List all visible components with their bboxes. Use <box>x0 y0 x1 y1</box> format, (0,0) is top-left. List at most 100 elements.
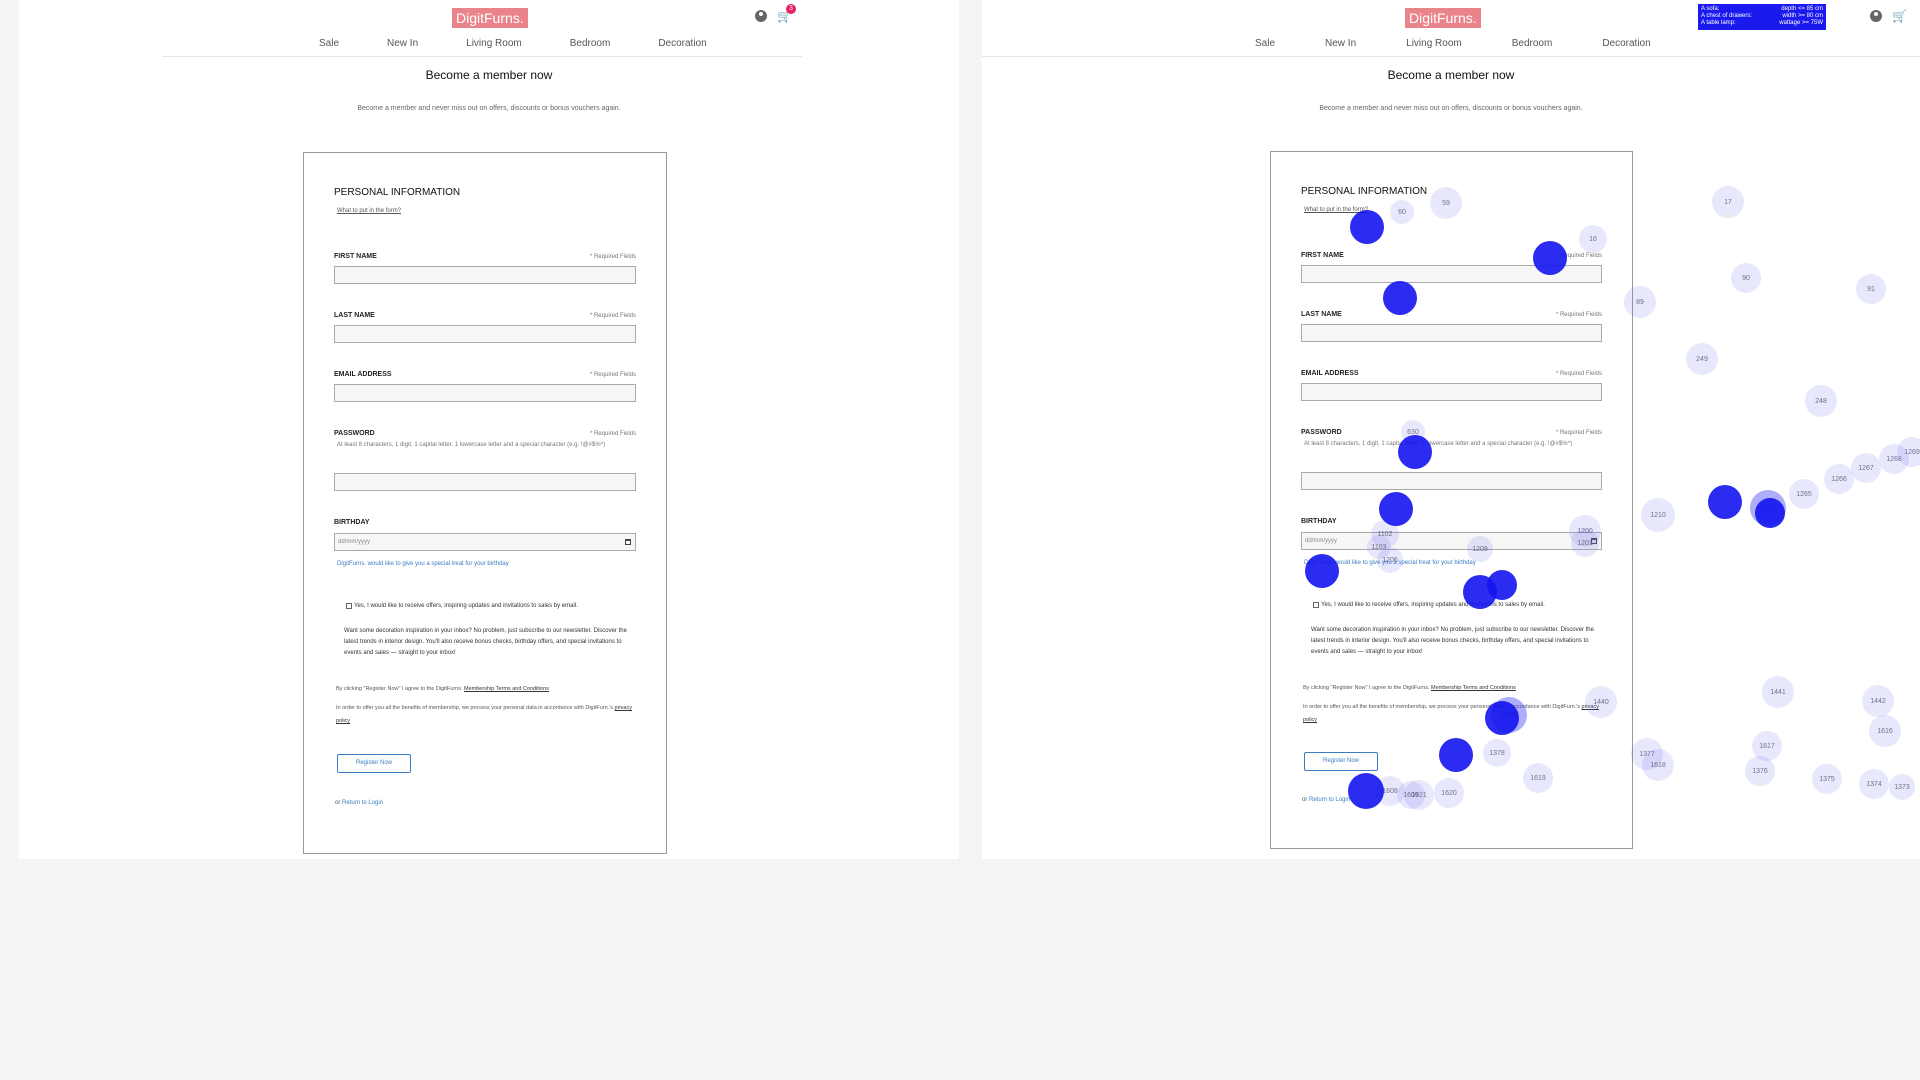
site-logo[interactable]: DigitFurns. <box>452 8 528 28</box>
fixation-point: 91 <box>1856 274 1886 304</box>
legend-row: A sofa: depth <= 85 cm <box>1701 6 1823 13</box>
nav-item-living-room[interactable]: Living Room <box>466 38 522 49</box>
calendar-icon[interactable] <box>625 539 631 545</box>
newsletter-checkbox[interactable] <box>346 603 352 609</box>
fixation-point: 16 <box>1579 225 1607 253</box>
newsletter-checkbox-label: Yes, I would like to receive offers, ins… <box>354 603 578 609</box>
nav-item-decoration[interactable]: Decoration <box>1602 38 1650 49</box>
email-input[interactable] <box>1301 383 1602 401</box>
form-help-link[interactable]: What to put in the form? <box>337 208 401 214</box>
legend-constraint: wattage >= 75W <box>1779 20 1823 26</box>
legend-item: A chest of drawers: <box>1701 13 1753 19</box>
first-name-input[interactable] <box>334 266 636 284</box>
register-button[interactable]: Register Now <box>337 754 411 773</box>
fixation-point: 1210 <box>1641 498 1675 532</box>
terms-link[interactable]: Membership Terms and Conditions <box>1431 685 1516 691</box>
birthday-input[interactable]: dd/mm/yyyy <box>334 533 636 551</box>
left-screenshot-panel: DigitFurns. 🛒 3 Sale New In Living Room B… <box>19 0 959 859</box>
page-subtitle: Become a member and never miss out on of… <box>357 105 621 112</box>
fixation-point <box>1708 485 1742 519</box>
fixation-point <box>1383 281 1417 315</box>
required-note: * Required Fields <box>589 254 636 260</box>
site-logo[interactable]: DigitFurns. <box>1405 8 1481 28</box>
register-button[interactable]: Register Now <box>1304 752 1378 771</box>
account-icon[interactable] <box>755 10 767 22</box>
fixation-point: 1267 <box>1851 453 1881 483</box>
birthday-placeholder: dd/mm/yyyy <box>1305 538 1338 544</box>
fixation-point: 1619 <box>1523 763 1553 793</box>
fixation-point: 90 <box>1731 263 1761 293</box>
required-note: * Required Fields <box>1555 371 1602 377</box>
privacy-text: In order to offer you all the benefits o… <box>1303 701 1603 727</box>
return-to-login: or Return to Login <box>1302 797 1350 803</box>
legend-row: A table lamp: wattage >= 75W <box>1701 20 1823 27</box>
cart-icon[interactable]: 🛒 <box>1892 10 1907 22</box>
fixation-point: 59 <box>1430 187 1462 219</box>
return-to-login-link[interactable]: Return to Login <box>1309 797 1350 803</box>
fixation-point: 1609 <box>1397 781 1425 809</box>
nav-item-bedroom[interactable]: Bedroom <box>570 38 611 49</box>
password-label: PASSWORD <box>334 430 375 437</box>
nav-item-bedroom[interactable]: Bedroom <box>1512 38 1553 49</box>
nav-item-sale[interactable]: Sale <box>1255 38 1275 49</box>
fixation-point: 249 <box>1686 343 1718 375</box>
legend-item: A sofa: <box>1701 6 1720 12</box>
last-name-input[interactable] <box>1301 324 1602 342</box>
header-icons: 🛒 <box>1870 10 1907 22</box>
nav-item-decoration[interactable]: Decoration <box>658 38 706 49</box>
birthday-note: DigitFurns. would like to give you a spe… <box>337 561 509 567</box>
newsletter-checkbox-label: Yes, I would like to receive offers, ins… <box>1321 602 1545 608</box>
cart-count-badge: 3 <box>786 4 796 14</box>
required-note: * Required Fields <box>1555 430 1602 436</box>
password-input[interactable] <box>334 473 636 491</box>
email-input[interactable] <box>334 384 636 402</box>
newsletter-checkbox-row[interactable]: Yes, I would like to receive offers, ins… <box>1313 602 1545 608</box>
email-label: EMAIL ADDRESS <box>1301 370 1359 377</box>
fixation-point: 1618 <box>1642 749 1674 781</box>
fixation-point: 1265 <box>1789 479 1819 509</box>
last-name-label: LAST NAME <box>1301 311 1342 318</box>
nav-item-new-in[interactable]: New In <box>387 38 418 49</box>
fixation-point <box>1350 210 1384 244</box>
cart-icon[interactable]: 🛒 3 <box>777 4 796 22</box>
terms-link[interactable]: Membership Terms and Conditions <box>464 686 549 692</box>
terms-text: By clicking "Register Now" I agree to th… <box>1303 682 1603 695</box>
nav-divider <box>162 56 802 57</box>
main-nav: Sale New In Living Room Bedroom Decorati… <box>319 38 755 49</box>
newsletter-checkbox-row[interactable]: Yes, I would like to receive offers, ins… <box>346 603 578 609</box>
fixation-point <box>1348 773 1384 809</box>
last-name-label: LAST NAME <box>334 312 375 319</box>
birthday-input[interactable]: dd/mm/yyyy <box>1301 532 1602 550</box>
legend-constraint: width >= 80 cm <box>1782 13 1823 19</box>
nav-item-living-room[interactable]: Living Room <box>1406 38 1462 49</box>
page-title: Become a member now <box>1387 68 1515 82</box>
registration-form: PERSONAL INFORMATION What to put in the … <box>303 152 667 854</box>
fixation-point <box>1305 554 1339 588</box>
password-hint: At least 8 characters, 1 digit, 1 capita… <box>337 442 606 448</box>
return-to-login-link[interactable]: Return to Login <box>342 800 383 806</box>
newsletter-checkbox[interactable] <box>1313 602 1319 608</box>
page-subtitle: Become a member and never miss out on of… <box>1319 105 1583 112</box>
or-text: or <box>335 800 341 806</box>
fixation-point: 1373 <box>1889 774 1915 800</box>
fixation-point: 248 <box>1805 385 1837 417</box>
fixation-point: 1616 <box>1869 715 1901 747</box>
birthday-label: BIRTHDAY <box>334 519 370 526</box>
or-text: or <box>1302 797 1308 803</box>
nav-item-new-in[interactable]: New In <box>1325 38 1356 49</box>
privacy-prefix: In order to offer you all the benefits o… <box>336 705 614 711</box>
fixation-point: 1620 <box>1434 778 1464 808</box>
fixation-point: 1201 <box>1571 529 1599 557</box>
terms-text: By clicking "Register Now" I agree to th… <box>336 683 636 696</box>
nav-item-sale[interactable]: Sale <box>319 38 339 49</box>
password-input[interactable] <box>1301 472 1602 490</box>
fixation-point: 1440 <box>1585 686 1617 718</box>
legend-row: A chest of drawers: width >= 80 cm <box>1701 13 1823 20</box>
account-icon[interactable] <box>1870 10 1882 22</box>
last-name-input[interactable] <box>334 325 636 343</box>
form-section-title: PERSONAL INFORMATION <box>1301 186 1428 197</box>
required-note: * Required Fields <box>589 372 636 378</box>
privacy-prefix: In order to offer you all the benefits o… <box>1303 704 1581 710</box>
fixation-point <box>1439 738 1473 772</box>
page-title: Become a member now <box>425 68 553 82</box>
